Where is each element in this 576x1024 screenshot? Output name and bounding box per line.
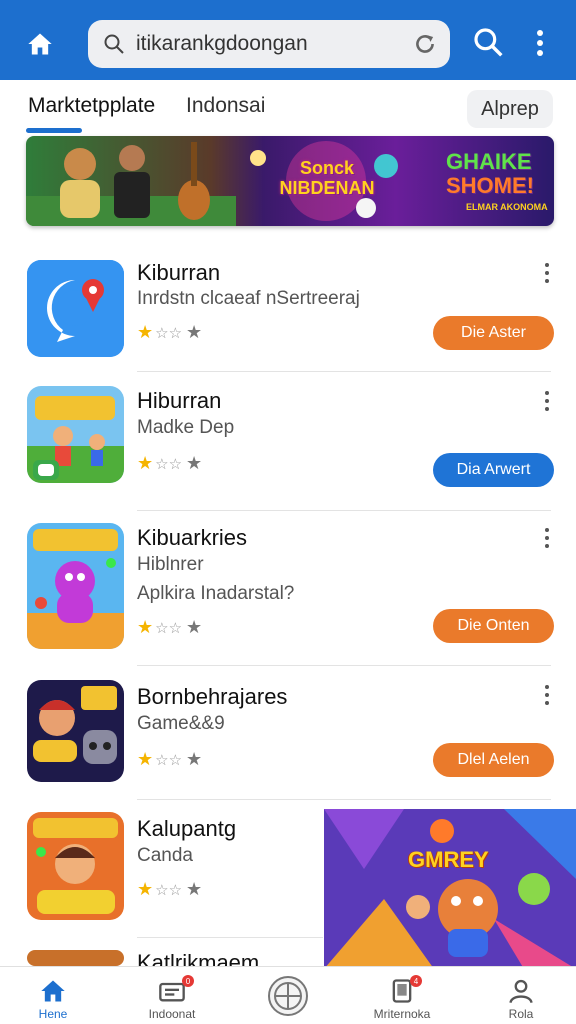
home-icon (41, 980, 65, 1002)
banner-brand-line1: GHAIKE (446, 149, 532, 174)
list-item[interactable]: Kiburran Inrdstn clcaeaf nSertreeraj ★ ☆… (0, 258, 576, 368)
install-button[interactable]: Dia Arwert (433, 453, 554, 487)
divider (137, 371, 551, 372)
nav-label: Hene (38, 1007, 68, 1021)
install-button[interactable]: Dlel Aelen (433, 743, 554, 777)
home-button[interactable] (22, 26, 58, 62)
star-filled-icon: ★ (137, 879, 154, 899)
star-empty-icon: ☆☆ (155, 455, 183, 473)
gamer-icon (27, 680, 124, 782)
divider (137, 665, 551, 666)
globe-icon (268, 976, 308, 1016)
star-empty-icon: ★ (186, 749, 203, 769)
notification-badge: 0 (182, 975, 194, 987)
promo-title: GMREY (408, 847, 489, 872)
star-filled-icon: ★ (137, 453, 154, 473)
divider (137, 799, 551, 800)
banner-brand: GHAIKE SHOME! (446, 150, 534, 198)
star-empty-icon: ☆☆ (155, 619, 183, 637)
kids-game-icon (27, 386, 124, 483)
notification-badge: 4 (410, 975, 422, 987)
nav-home[interactable]: Hene (3, 967, 103, 1024)
app-name: Kibuarkries (137, 525, 248, 550)
app-subtitle: Madke Dep (137, 417, 235, 438)
profile-icon (509, 979, 533, 1004)
nav-inbox[interactable]: 0 Indoonat (122, 967, 222, 1024)
list-item[interactable]: Kibuarkries Hiblnrer Aplkira Inadarstal?… (0, 523, 576, 653)
app-name: Bornbehrajares (137, 684, 288, 709)
app-subtitle: Canda (137, 845, 193, 866)
star-empty-icon: ★ (186, 617, 203, 637)
home-icon (28, 33, 52, 55)
banner-title-line1: Sonck (299, 158, 355, 178)
star-filled-icon: ★ (137, 322, 154, 342)
more-vertical-icon[interactable] (540, 262, 554, 284)
star-empty-icon: ★ (186, 879, 203, 899)
star-filled-icon: ★ (137, 749, 154, 769)
star-empty-icon: ☆☆ (155, 751, 183, 769)
divider (137, 510, 551, 511)
app-subtitle: Hiblnrer (137, 554, 204, 575)
app-name: Katlrikmaem (137, 950, 260, 966)
filter-chip[interactable]: Alprep (467, 90, 553, 128)
star-empty-icon: ☆☆ (155, 881, 183, 899)
app-rating: ★ ☆☆ ★ (137, 749, 202, 770)
divider (137, 937, 323, 938)
nav-label: Rola (508, 1007, 534, 1021)
bottom-navigation: Hene 0 Indoonat 4 Mriternoka Rola (0, 966, 576, 1024)
app-subtitle: Game&&9 (137, 713, 225, 734)
app-subtitle: Inrdstn clcaeaf nSertreeraj (137, 288, 360, 309)
install-button[interactable]: Die Onten (433, 609, 554, 643)
more-vertical-icon[interactable] (528, 26, 552, 60)
nav-label: Indoonat (148, 1007, 196, 1021)
app-rating: ★ ☆☆ ★ (137, 322, 202, 343)
tab-indonesia[interactable]: Indonsai (186, 94, 265, 118)
more-vertical-icon[interactable] (540, 684, 554, 706)
game-icon (27, 950, 124, 966)
nav-explore[interactable] (238, 967, 338, 1024)
more-vertical-icon[interactable] (540, 527, 554, 549)
top-app-bar: itikarankgdoongan (0, 0, 576, 80)
nav-devices[interactable]: 4 Mriternoka (352, 967, 452, 1024)
cartoon-game-icon (27, 812, 124, 920)
app-description: Aplkira Inadarstal? (137, 583, 295, 604)
list-item[interactable]: Hiburran Madke Dep ★ ☆☆ ★ Dia Arwert (0, 386, 576, 498)
star-empty-icon: ★ (186, 322, 203, 342)
active-tab-indicator (26, 128, 82, 133)
search-input[interactable]: itikarankgdoongan (136, 32, 412, 56)
app-rating: ★ ☆☆ ★ (137, 453, 202, 474)
promo-card[interactable]: GMREY (324, 809, 576, 969)
star-empty-icon: ☆☆ (155, 324, 183, 342)
search-bar[interactable]: itikarankgdoongan (88, 20, 450, 68)
banner-subtitle: ELMAR AKONOMA (466, 202, 548, 212)
search-icon[interactable] (472, 26, 504, 58)
app-rating: ★ ☆☆ ★ (137, 617, 202, 638)
install-button[interactable]: Die Aster (433, 316, 554, 350)
star-filled-icon: ★ (137, 617, 154, 637)
refresh-icon[interactable] (412, 31, 438, 57)
search-icon (104, 34, 124, 54)
app-name: Kalupantg (137, 816, 237, 841)
promo-artwork (324, 809, 576, 969)
tab-bar: Marktetpplate Indonsai Alprep (0, 80, 576, 136)
monster-game-icon (27, 523, 124, 649)
banner-title: Sonck NIBDENAN (272, 158, 382, 198)
star-empty-icon: ★ (186, 453, 203, 473)
banner-title-line2: NIBDENAN (279, 178, 375, 198)
list-item[interactable]: Bornbehrajares Game&&9 ★ ☆☆ ★ Dlel Aelen (0, 680, 576, 792)
nav-profile[interactable]: Rola (471, 967, 571, 1024)
tab-marketplace[interactable]: Marktetpplate (28, 94, 155, 118)
app-rating: ★ ☆☆ ★ (137, 879, 202, 900)
nav-label: Mriternoka (373, 1007, 431, 1021)
featured-banner[interactable]: Sonck NIBDENAN GHAIKE SHOME! ELMAR AKONO… (26, 136, 554, 226)
chat-pin-icon (27, 260, 124, 357)
app-name: Hiburran (137, 388, 222, 413)
app-name: Kiburran (137, 260, 221, 285)
more-vertical-icon[interactable] (540, 390, 554, 412)
banner-brand-line2: SHOME! (446, 173, 534, 198)
